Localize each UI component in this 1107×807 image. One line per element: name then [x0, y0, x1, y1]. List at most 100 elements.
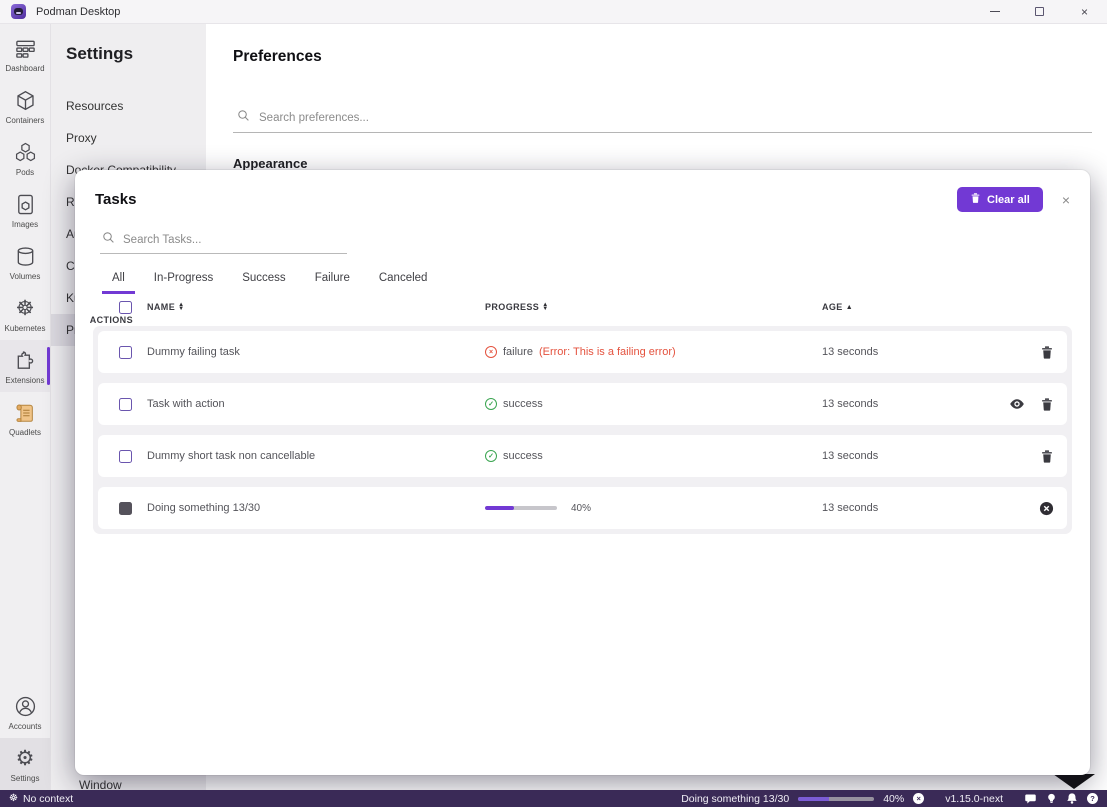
sidebar-item-containers[interactable]: Containers: [0, 80, 50, 132]
table-row-task-with-action: Task with action ✓ success 13 seconds: [98, 383, 1067, 425]
volumes-label: Volumes: [10, 272, 41, 281]
sort-icon: ▲▼: [178, 303, 184, 312]
preferences-search-input[interactable]: [259, 112, 1088, 124]
help-icon[interactable]: ?: [1087, 793, 1098, 804]
lightbulb-icon[interactable]: [1046, 792, 1057, 805]
tasks-modal-pointer-arrow: [1053, 774, 1095, 789]
quadlets-label: Quadlets: [9, 428, 41, 437]
podman-logo-icon: [11, 4, 26, 19]
sidebar-item-accounts[interactable]: Accounts: [0, 686, 50, 738]
column-header-name[interactable]: NAME ▲▼: [147, 302, 485, 312]
cancel-task-button[interactable]: [1039, 501, 1054, 516]
volumes-icon: [14, 244, 37, 270]
search-icon: [237, 109, 250, 127]
row-checkbox[interactable]: [119, 398, 132, 411]
view-task-button[interactable]: [1009, 396, 1025, 412]
sidebar-item-volumes[interactable]: Volumes: [0, 236, 50, 288]
search-icon: [102, 231, 115, 249]
tasks-close-button[interactable]: ×: [1062, 193, 1070, 207]
delete-task-button[interactable]: [1040, 397, 1054, 412]
gear-icon: ⚙: [16, 746, 35, 772]
task-actions: [987, 449, 1067, 464]
status-bar-right: Doing something 13/30 40% × v1.15.0-next…: [681, 792, 1098, 805]
sort-icon: ▲▼: [542, 303, 548, 312]
window-controls: ×: [972, 0, 1107, 23]
version-label: v1.15.0-next: [945, 793, 1003, 805]
tasks-table: NAME ▲▼ PROGRESS ▲▼ AGE ▲ ACTIONS: [93, 300, 1072, 534]
status-text: success: [503, 450, 543, 462]
task-status: ✓ success: [485, 450, 822, 462]
tab-failure[interactable]: Failure: [305, 263, 360, 294]
tasks-table-header: NAME ▲▼ PROGRESS ▲▼ AGE ▲ ACTIONS: [93, 300, 1072, 326]
tab-canceled[interactable]: Canceled: [369, 263, 438, 294]
tab-all[interactable]: All: [102, 263, 135, 294]
delete-task-button[interactable]: [1040, 345, 1054, 360]
row-checkbox[interactable]: [119, 450, 132, 463]
statusbar-progress-bar: [798, 797, 874, 801]
status-text: failure: [503, 346, 533, 358]
clear-all-label: Clear all: [987, 194, 1030, 206]
sidebar-item-kubernetes[interactable]: ☸ Kubernetes: [0, 288, 50, 340]
trash-icon: [970, 192, 981, 207]
left-navigation-rail: Dashboard Containers Pods: [0, 24, 50, 790]
row-checkbox-disabled: [119, 502, 132, 515]
app-title: Podman Desktop: [36, 6, 120, 18]
close-window-button[interactable]: ×: [1062, 0, 1107, 23]
tasks-search-input[interactable]: [123, 234, 345, 246]
task-age: 13 seconds: [822, 398, 987, 410]
task-status: ✓ success: [485, 398, 822, 410]
bell-icon[interactable]: [1066, 792, 1078, 805]
tab-in-progress[interactable]: In-Progress: [144, 263, 223, 294]
containers-label: Containers: [6, 116, 45, 125]
task-age: 13 seconds: [822, 346, 987, 358]
statusbar-cancel-task-button[interactable]: ×: [913, 793, 924, 804]
settings-label: Settings: [11, 774, 40, 783]
sidebar-item-images[interactable]: Images: [0, 184, 50, 236]
preferences-search[interactable]: [233, 104, 1092, 133]
close-icon: ×: [1081, 6, 1088, 18]
kubernetes-icon: ☸: [16, 296, 35, 322]
tasks-search[interactable]: [100, 227, 347, 254]
status-text: success: [503, 398, 543, 410]
settings-nav-item-resources[interactable]: Resources: [51, 90, 206, 122]
error-text: (Error: This is a failing error): [539, 346, 676, 358]
row-checkbox[interactable]: [119, 346, 132, 359]
sidebar-item-pods[interactable]: Pods: [0, 132, 50, 184]
feedback-bubble-icon[interactable]: [1024, 793, 1037, 805]
settings-nav-item-proxy[interactable]: Proxy: [51, 122, 206, 154]
tasks-modal: Tasks Clear all × All In-Progress Succes…: [75, 170, 1090, 775]
table-row-dummy-failing-task: Dummy failing task × failure (Error: Thi…: [98, 331, 1067, 373]
sidebar-item-dashboard[interactable]: Dashboard: [0, 28, 50, 80]
extensions-label: Extensions: [5, 376, 44, 385]
appearance-section-heading: Appearance: [233, 156, 307, 171]
kubernetes-context-icon: ☸: [9, 794, 18, 804]
images-icon: [14, 192, 37, 218]
task-progress: 40%: [485, 503, 822, 514]
sidebar-item-settings[interactable]: ⚙ Settings: [0, 738, 50, 790]
success-icon: ✓: [485, 398, 497, 410]
sidebar-item-extensions[interactable]: Extensions: [0, 340, 50, 392]
clear-all-button[interactable]: Clear all: [957, 187, 1043, 212]
actions-column-label: ACTIONS: [90, 315, 133, 325]
kube-context-indicator[interactable]: ☸ No context: [9, 793, 73, 805]
select-all-checkbox[interactable]: [119, 301, 132, 314]
progress-column-label: PROGRESS: [485, 302, 539, 312]
minimize-button[interactable]: [972, 0, 1017, 23]
minimize-icon: [990, 11, 1000, 12]
task-name: Task with action: [147, 398, 485, 410]
pods-label: Pods: [16, 168, 34, 177]
statusbar-task-label[interactable]: Doing something 13/30: [681, 793, 789, 805]
column-header-age[interactable]: AGE ▲: [822, 302, 992, 312]
maximize-button[interactable]: [1017, 0, 1062, 23]
settings-nav-title: Settings: [66, 44, 206, 64]
progress-bar: [485, 506, 557, 510]
podman-desktop-window: Podman Desktop × Dashboard Containers: [0, 0, 1107, 807]
tab-success[interactable]: Success: [232, 263, 295, 294]
accounts-icon: [14, 694, 37, 720]
progress-percent-label: 40%: [571, 503, 591, 514]
column-header-progress[interactable]: PROGRESS ▲▼: [485, 302, 822, 312]
task-name: Dummy short task non cancellable: [147, 450, 485, 462]
delete-task-button[interactable]: [1040, 449, 1054, 464]
task-name: Dummy failing task: [147, 346, 485, 358]
sidebar-item-quadlets[interactable]: Quadlets: [0, 392, 50, 444]
